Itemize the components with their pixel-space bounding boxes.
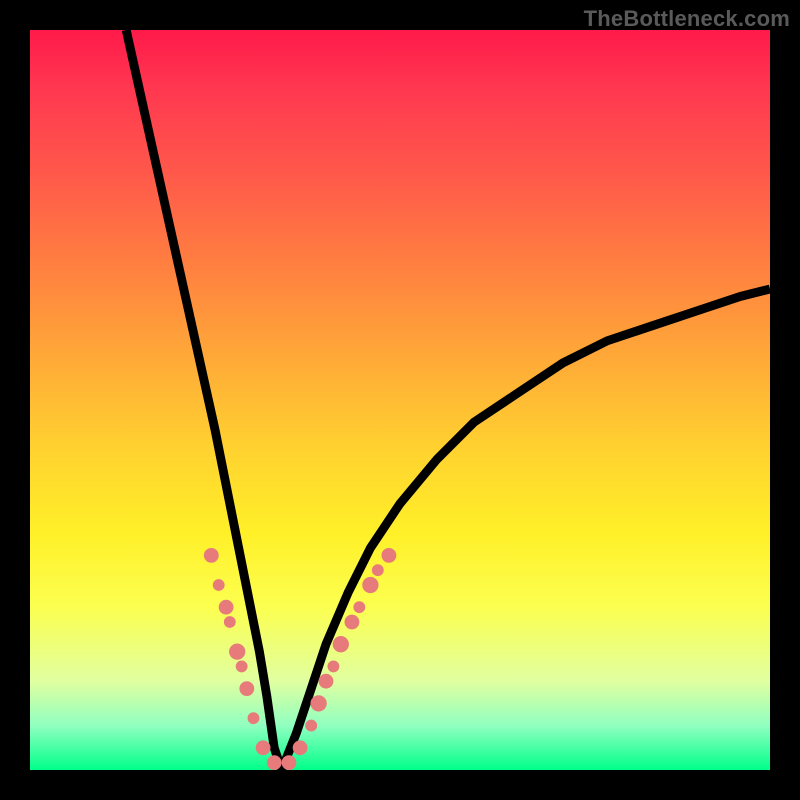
data-marker (305, 720, 317, 732)
marker-group (204, 548, 396, 770)
data-marker (372, 564, 384, 576)
watermark-text: TheBottleneck.com (584, 6, 790, 32)
data-marker (236, 660, 248, 672)
data-marker (353, 601, 365, 613)
data-marker (213, 579, 225, 591)
data-marker (362, 577, 378, 593)
data-marker (267, 755, 282, 770)
data-marker (345, 615, 360, 630)
data-marker (256, 740, 271, 755)
data-marker (229, 643, 245, 659)
bottleneck-chart (30, 30, 770, 770)
data-marker (224, 616, 236, 628)
data-marker (219, 600, 234, 615)
curve-right-branch (282, 289, 770, 770)
data-marker (333, 636, 349, 652)
data-marker (293, 740, 308, 755)
data-marker (382, 548, 397, 563)
data-marker (282, 755, 297, 770)
curve-left-branch (126, 30, 281, 770)
data-marker (319, 674, 334, 689)
data-marker (327, 660, 339, 672)
chart-frame (30, 30, 770, 770)
data-marker (204, 548, 219, 563)
data-marker (310, 695, 326, 711)
data-marker (248, 712, 260, 724)
data-marker (239, 681, 254, 696)
